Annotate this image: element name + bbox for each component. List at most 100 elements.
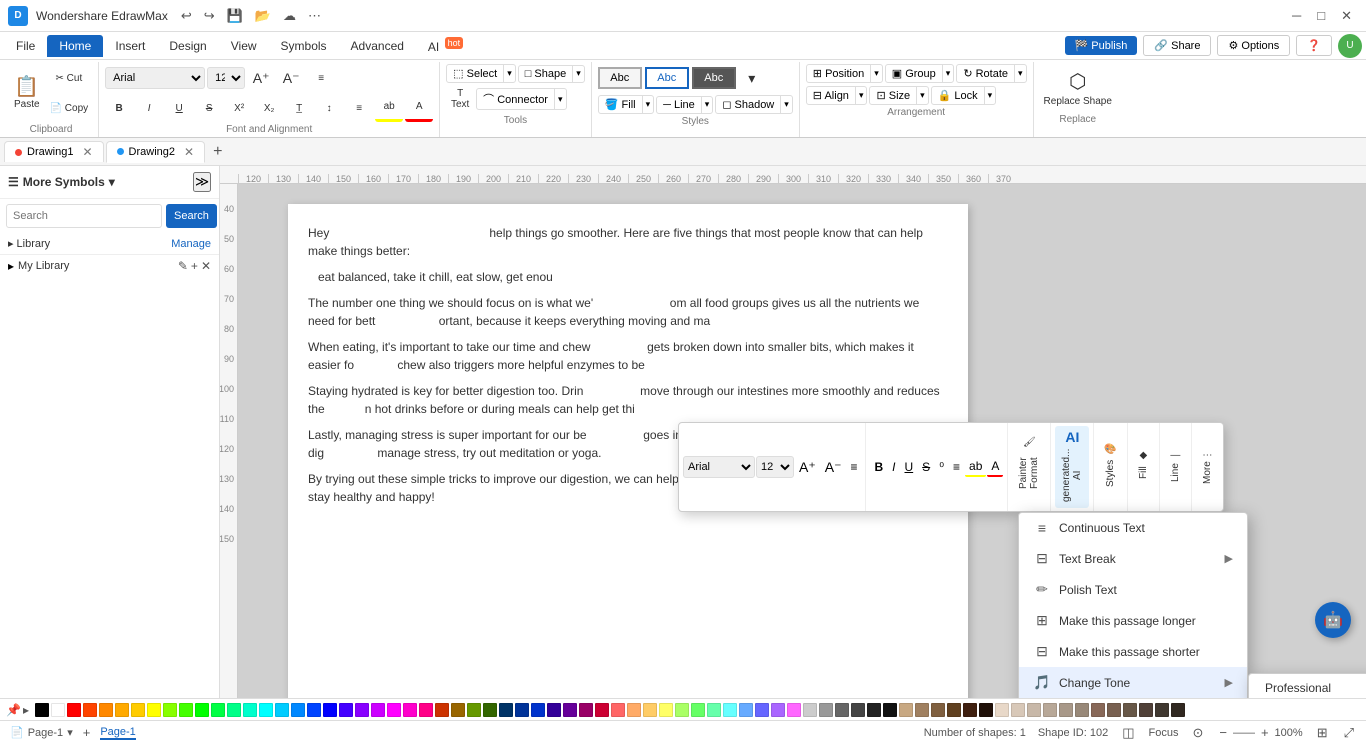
palette-color[interactable] (867, 703, 881, 717)
shape-main-button[interactable]: □ Shape (519, 66, 573, 82)
palette-color[interactable] (1011, 703, 1025, 717)
palette-color[interactable] (483, 703, 497, 717)
palette-color[interactable] (1043, 703, 1057, 717)
palette-arrow-button[interactable]: ▸ (23, 703, 29, 717)
palette-color[interactable] (371, 703, 385, 717)
add-tab-button[interactable]: + (207, 143, 228, 161)
cm-make-longer[interactable]: ⊞ Make this passage longer (1019, 605, 1247, 636)
my-library-add-button[interactable]: + (191, 259, 198, 273)
fill-arrow-button[interactable]: ▾ (642, 96, 654, 113)
font-family-select[interactable]: Arial Times New Roman Calibri (105, 67, 205, 89)
menu-file[interactable]: File (4, 35, 47, 57)
palette-color[interactable] (259, 703, 273, 717)
shadow-main-button[interactable]: ◻ Shadow (716, 96, 780, 113)
open-button[interactable]: 📂 (250, 6, 276, 26)
position-main-button[interactable]: ⊞ Position (807, 65, 870, 82)
ft-italic-btn[interactable]: I (888, 458, 899, 476)
palette-color[interactable] (931, 703, 945, 717)
line-arrow-button[interactable]: ▾ (701, 97, 713, 113)
subscript-button[interactable]: X₂ (255, 94, 283, 122)
palette-color[interactable] (211, 703, 225, 717)
ft-styles-button[interactable]: 🎨 Styles (1098, 441, 1122, 494)
ai-fab-button[interactable]: 🤖 (1315, 602, 1351, 638)
cm-make-shorter[interactable]: ⊟ Make this passage shorter (1019, 636, 1247, 667)
undo-button[interactable]: ↩ (176, 6, 197, 26)
palette-color[interactable] (163, 703, 177, 717)
cm-change-tone[interactable]: 🎵 Change Tone ▶ (1019, 667, 1247, 698)
cm-polish-text[interactable]: ✏ Polish Text (1019, 574, 1247, 605)
lock-arrow-button[interactable]: ▾ (984, 87, 996, 104)
palette-color[interactable] (291, 703, 305, 717)
palette-color[interactable] (755, 703, 769, 717)
tab-close-drawing2[interactable]: ✕ (184, 145, 194, 159)
minimize-button[interactable]: ─ (1286, 6, 1307, 26)
my-library-close-button[interactable]: ✕ (201, 259, 211, 273)
ft-increase-btn[interactable]: A⁺ (795, 457, 820, 478)
lock-main-button[interactable]: 🔒 Lock (932, 87, 984, 104)
alignment-button[interactable]: ≡ (307, 64, 335, 92)
tab-drawing1[interactable]: Drawing1 ✕ (4, 141, 104, 162)
ft-list-bullet-btn[interactable]: ≡ (949, 458, 964, 476)
font-size-select[interactable]: 81012 14161824 (207, 67, 245, 89)
ft-highlight-btn[interactable]: ab (965, 457, 986, 477)
palette-color[interactable] (563, 703, 577, 717)
palette-color[interactable] (355, 703, 369, 717)
palette-color[interactable] (83, 703, 97, 717)
group-main-button[interactable]: ▣ Group (886, 65, 942, 82)
palette-color[interactable] (611, 703, 625, 717)
ft-fill-button[interactable]: ◆ Fill (1132, 445, 1155, 489)
palette-color[interactable] (995, 703, 1009, 717)
tab-close-drawing1[interactable]: ✕ (82, 145, 92, 159)
ft-list-num-btn[interactable]: ⁰ (935, 458, 948, 476)
ft-underline-btn[interactable]: U (901, 458, 918, 476)
shadow-arrow-button[interactable]: ▾ (780, 96, 792, 113)
redo-button[interactable]: ↪ (199, 6, 220, 26)
fill-main-button[interactable]: 🪣 Fill (599, 96, 642, 113)
strikethrough-button[interactable]: S (195, 94, 223, 122)
highlight-button[interactable]: ab (375, 94, 403, 122)
cm-continuous-text[interactable]: ≡ Continuous Text (1019, 513, 1247, 543)
palette-color[interactable] (339, 703, 353, 717)
palette-color[interactable] (595, 703, 609, 717)
shape-arrow-button[interactable]: ▾ (572, 66, 584, 82)
palette-color[interactable] (451, 703, 465, 717)
italic-button[interactable]: I (135, 94, 163, 122)
palette-color[interactable] (195, 703, 209, 717)
palette-color[interactable] (963, 703, 977, 717)
ai-generated-button[interactable]: AI AI generated... (1055, 426, 1089, 508)
style-preset-3[interactable]: Abc (692, 67, 736, 89)
help-button[interactable]: ❓ (1296, 35, 1332, 56)
palette-color[interactable] (1027, 703, 1041, 717)
ft-bold-btn[interactable]: B (870, 458, 887, 476)
ft-font-color-btn[interactable]: A (987, 457, 1003, 477)
palette-color[interactable] (467, 703, 481, 717)
palette-color[interactable] (387, 703, 401, 717)
zoom-out-button[interactable]: − (1217, 725, 1229, 740)
palette-color[interactable] (899, 703, 913, 717)
style-preset-1[interactable]: Abc (598, 67, 642, 89)
palette-color[interactable] (499, 703, 513, 717)
text-button[interactable]: T Text (446, 85, 474, 113)
more-quick-button[interactable]: ⋯ (303, 6, 326, 26)
menu-view[interactable]: View (219, 35, 269, 57)
tab-drawing2[interactable]: Drawing2 ✕ (106, 141, 206, 163)
bold-button[interactable]: B (105, 94, 133, 122)
connector-main-button[interactable]: ⌒ Connector (477, 89, 554, 109)
sidebar-library-title[interactable]: ▸ Library (8, 237, 50, 250)
palette-color[interactable] (1075, 703, 1089, 717)
close-button[interactable]: ✕ (1335, 6, 1358, 26)
menu-advanced[interactable]: Advanced (339, 35, 416, 57)
ft-size-select[interactable]: 12 (756, 456, 794, 478)
palette-color[interactable] (771, 703, 785, 717)
cut-button[interactable]: ✂ Cut (46, 64, 93, 92)
palette-color[interactable] (803, 703, 817, 717)
zoom-in-button[interactable]: + (1259, 725, 1271, 740)
line-main-button[interactable]: ─ Line (657, 97, 701, 113)
palette-color[interactable] (627, 703, 641, 717)
ft-decrease-btn[interactable]: A⁻ (821, 457, 846, 478)
palette-color[interactable] (419, 703, 433, 717)
fullscreen-button[interactable]: ⤢ (1342, 725, 1356, 741)
palette-color[interactable] (947, 703, 961, 717)
palette-color[interactable] (1107, 703, 1121, 717)
size-main-button[interactable]: ⊡ Size (870, 87, 916, 104)
